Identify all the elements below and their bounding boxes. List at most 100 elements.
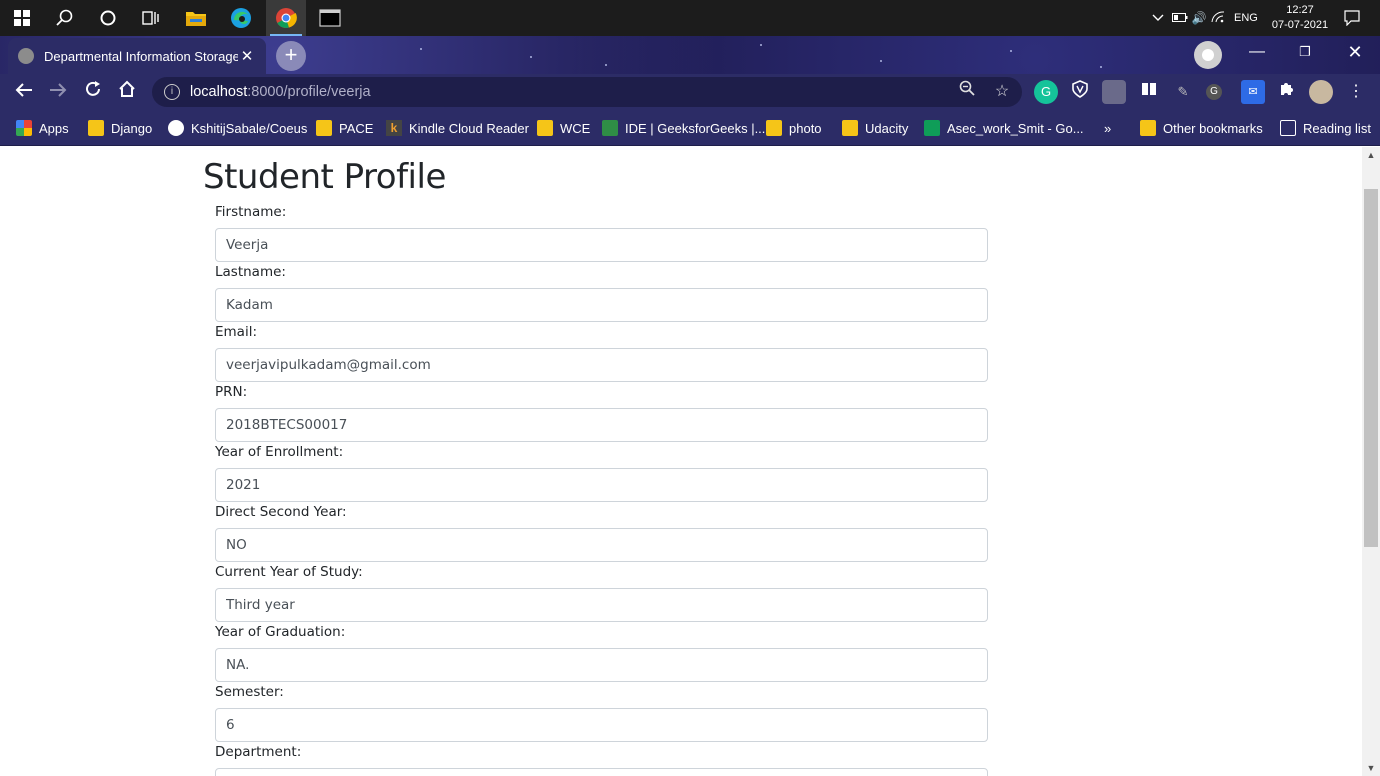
- bookmark-geeksforgeeks[interactable]: IDE | GeeksforGeeks |...: [602, 118, 765, 138]
- zoom-icon[interactable]: [955, 80, 979, 104]
- restore-button[interactable]: ❐: [1282, 36, 1328, 68]
- theme-star: [880, 60, 882, 62]
- folder-icon: [537, 120, 553, 136]
- page-viewport: Student Profile Firstname: Lastname: Ema…: [0, 147, 1362, 776]
- page-scrollbar[interactable]: ▲ ▼: [1362, 147, 1380, 776]
- scroll-down-arrow-icon[interactable]: ▼: [1362, 760, 1380, 776]
- tab-title: Departmental Information Storage a: [44, 48, 238, 64]
- language-indicator[interactable]: ENG: [1234, 12, 1258, 24]
- close-window-button[interactable]: ✕: [1332, 36, 1378, 68]
- department-field[interactable]: [215, 768, 988, 776]
- apps-grid-icon: [16, 120, 32, 136]
- email-label: Email:: [215, 324, 258, 340]
- bookmark-label: Udacity: [865, 120, 909, 136]
- feather-extension-icon[interactable]: ✎: [1171, 80, 1195, 104]
- close-tab-icon[interactable]: ✕: [238, 47, 256, 65]
- folder-icon: [766, 120, 782, 136]
- bookmark-other-bookmarks[interactable]: Other bookmarks: [1140, 118, 1263, 138]
- bookmark-udacity[interactable]: Udacity: [842, 118, 908, 138]
- shield-extension-icon[interactable]: [1068, 80, 1092, 104]
- home-icon[interactable]: [113, 78, 141, 106]
- chrome-menu-icon[interactable]: ⋮: [1344, 80, 1368, 104]
- reading-list-button[interactable]: Reading list: [1280, 118, 1371, 138]
- bookmark-kindle[interactable]: k Kindle Cloud Reader: [386, 118, 529, 138]
- reader-extension-icon[interactable]: [1137, 80, 1161, 104]
- mail-extension-icon[interactable]: ✉: [1241, 80, 1265, 104]
- folder-icon: [1140, 120, 1156, 136]
- more-bookmarks-button[interactable]: »: [1104, 118, 1111, 138]
- new-tab-button[interactable]: +: [276, 41, 306, 71]
- page-title: Student Profile: [203, 157, 446, 197]
- edge-icon[interactable]: [227, 4, 255, 32]
- profile-avatar[interactable]: [1309, 80, 1333, 104]
- folder-icon: [316, 120, 332, 136]
- bookmark-label: photo: [789, 120, 822, 136]
- bookmark-label: WCE: [560, 120, 591, 136]
- folder-icon: [842, 120, 858, 136]
- volume-icon[interactable]: 🔊: [1190, 11, 1208, 25]
- search-icon[interactable]: [51, 4, 79, 32]
- enrollment-year-field[interactable]: [215, 468, 988, 502]
- clock-date: 07-07-2021: [1271, 19, 1329, 31]
- prn-field[interactable]: [215, 408, 988, 442]
- scroll-up-arrow-icon[interactable]: ▲: [1362, 147, 1380, 163]
- windows-start-icon[interactable]: [8, 4, 36, 32]
- minimize-button[interactable]: —: [1234, 36, 1280, 68]
- theme-star: [605, 64, 607, 66]
- prn-label: PRN:: [215, 384, 248, 400]
- bookmark-label: Apps: [39, 120, 69, 136]
- tab-search-icon[interactable]: [1194, 41, 1222, 69]
- url-host: localhost: [190, 84, 248, 100]
- browser-tab[interactable]: Departmental Information Storage a ✕: [8, 38, 266, 74]
- theme-star: [1100, 66, 1102, 68]
- grammarly-extension-icon[interactable]: G: [1034, 80, 1058, 104]
- lastname-field[interactable]: [215, 288, 988, 322]
- cortana-icon[interactable]: [94, 4, 122, 32]
- reading-list-icon: [1280, 120, 1296, 136]
- site-info-icon[interactable]: i: [164, 84, 180, 100]
- clock-time: 12:27: [1286, 4, 1314, 16]
- current-year-field[interactable]: [215, 588, 988, 622]
- extension-icon[interactable]: [1102, 80, 1126, 104]
- chevron-double-right-icon: »: [1104, 120, 1112, 136]
- bookmark-photo[interactable]: photo: [766, 118, 822, 138]
- bookmarks-bar: Apps Django KshitijSabale/Coeus PACE k Ki…: [0, 110, 1380, 146]
- semester-field[interactable]: [215, 708, 988, 742]
- firstname-field[interactable]: [215, 228, 988, 262]
- file-explorer-icon[interactable]: [182, 4, 210, 32]
- chrome-icon[interactable]: [266, 0, 306, 36]
- bookmark-apps[interactable]: Apps: [16, 118, 69, 138]
- terminal-icon[interactable]: [316, 4, 344, 32]
- scrollbar-thumb[interactable]: [1364, 189, 1378, 547]
- bookmark-label: Other bookmarks: [1163, 120, 1263, 136]
- reload-icon[interactable]: [79, 78, 107, 106]
- direct-second-year-label: Direct Second Year:: [215, 504, 347, 520]
- bookmark-wce[interactable]: WCE: [537, 118, 590, 138]
- graduation-year-field[interactable]: [215, 648, 988, 682]
- bookmark-label: Kindle Cloud Reader: [409, 120, 529, 136]
- email-field[interactable]: [215, 348, 988, 382]
- windows-taskbar: 🔊 ENG 12:27 07-07-2021: [0, 0, 1380, 36]
- direct-second-year-field[interactable]: [215, 528, 988, 562]
- puzzle-extensions-icon[interactable]: [1275, 80, 1299, 104]
- bookmark-label: KshitijSabale/Coeus: [191, 120, 308, 136]
- clock[interactable]: 12:27 07-07-2021: [1270, 3, 1330, 33]
- g-extension-icon[interactable]: G: [1206, 84, 1222, 100]
- task-view-icon[interactable]: [137, 4, 165, 32]
- bookmark-pace[interactable]: PACE: [316, 118, 373, 138]
- address-bar[interactable]: i localhost:8000/profile/veerja: [152, 77, 1022, 107]
- chevron-up-icon[interactable]: [1150, 11, 1166, 25]
- back-arrow-icon[interactable]: [10, 78, 38, 106]
- globe-icon: [18, 48, 34, 64]
- bookmark-label: Asec_work_Smit - Go...: [947, 120, 1084, 136]
- bookmark-star-icon[interactable]: ☆: [990, 80, 1014, 104]
- bookmark-django[interactable]: Django: [88, 118, 152, 138]
- battery-icon[interactable]: [1170, 11, 1190, 25]
- forward-arrow-icon[interactable]: [44, 78, 72, 106]
- wifi-icon[interactable]: [1208, 10, 1228, 26]
- notification-icon[interactable]: [1338, 4, 1366, 32]
- department-label: Department:: [215, 744, 302, 760]
- bookmark-coeus[interactable]: KshitijSabale/Coeus: [168, 118, 307, 138]
- theme-star: [760, 44, 762, 46]
- bookmark-asec-work[interactable]: Asec_work_Smit - Go...: [924, 118, 1084, 138]
